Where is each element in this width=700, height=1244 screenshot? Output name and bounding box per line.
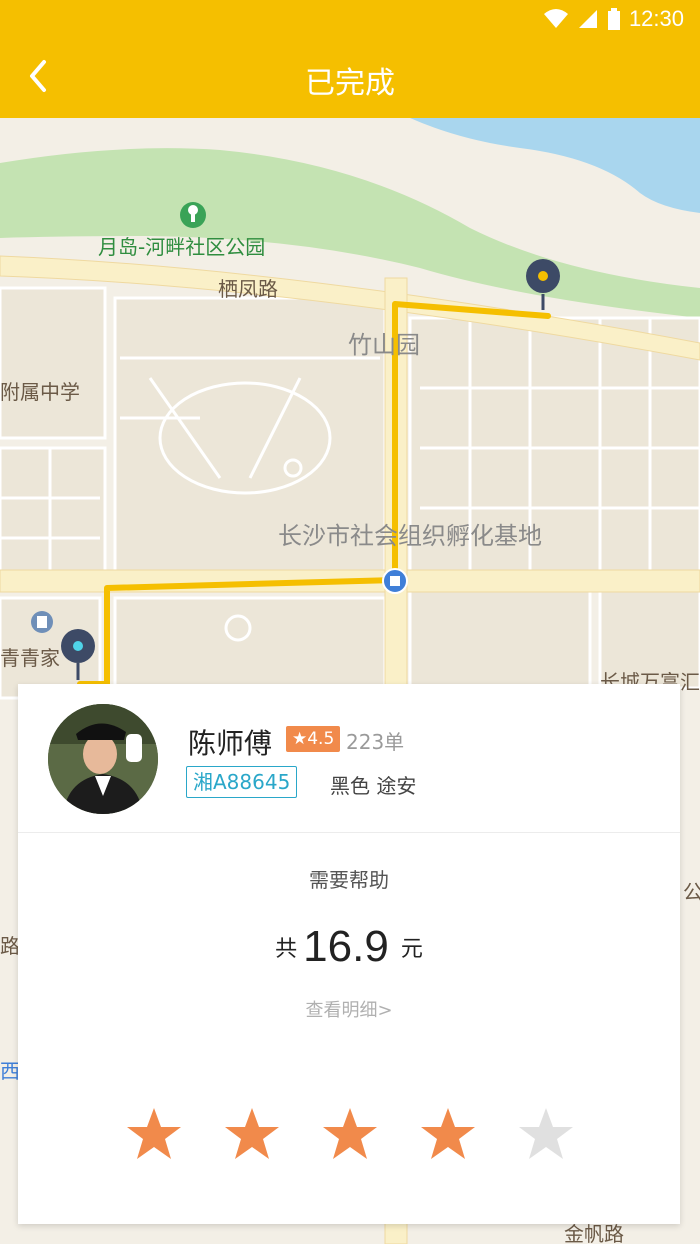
map-label-qing: 青青家 (0, 646, 60, 670)
map-label-xi: 西 (0, 1059, 20, 1083)
card-divider (18, 832, 680, 833)
map-label-lu: 路 (0, 934, 20, 958)
driver-avatar (48, 704, 158, 814)
wifi-icon (543, 9, 568, 28)
map-label-school: 附属中学 (0, 380, 80, 404)
map-label-road: 栖凤路 (218, 277, 278, 301)
driver-order-count: 223单 (346, 730, 405, 754)
signal-icon (578, 10, 597, 28)
star-icon-5[interactable] (518, 1106, 574, 1162)
battery-icon (607, 8, 620, 30)
rating-stars (126, 1106, 574, 1162)
fare-unit: 元 (400, 937, 423, 962)
fare-row: 共 16.9 元 (18, 922, 680, 972)
status-bar: 12:30 (0, 0, 700, 36)
building-icon (31, 611, 53, 633)
license-plate: 湘A88645 (186, 766, 298, 798)
car-info: 黑色 途安 (330, 774, 417, 798)
fare-amount: 16.9 (303, 922, 389, 971)
status-time: 12:30 (628, 6, 684, 31)
page-title: 已完成 (305, 66, 395, 101)
app-bar: 已完成 (0, 36, 700, 118)
map-label-park: 月岛-河畔社区公园 (98, 235, 266, 259)
fare-prefix: 共 (275, 937, 298, 962)
park-tree-icon (180, 202, 206, 228)
fare-detail-link[interactable]: 查看明细> (18, 996, 680, 1022)
driver-rating-badge: ★4.5 (286, 726, 341, 752)
map-label-area: 竹山园 (348, 331, 420, 359)
help-link[interactable]: 需要帮助 (18, 864, 680, 893)
star-icon-4[interactable] (420, 1106, 476, 1162)
map-label-base: 长沙市社会组织孵化基地 (278, 522, 542, 550)
star-icon-3[interactable] (322, 1106, 378, 1162)
driver-name: 陈师傅 (188, 727, 273, 760)
trip-card: 陈师傅 ★4.5 223单 湘A88645 黑色 途安 需要帮助 共 16.9 元 … (18, 684, 680, 1224)
star-icon-2[interactable] (224, 1106, 280, 1162)
bus-stop-icon (382, 568, 408, 594)
star-icon-1[interactable] (126, 1106, 182, 1162)
status-icons: 12:30 (543, 6, 684, 32)
driver-photo (48, 704, 158, 814)
map-label-gong: 公 (683, 880, 700, 904)
